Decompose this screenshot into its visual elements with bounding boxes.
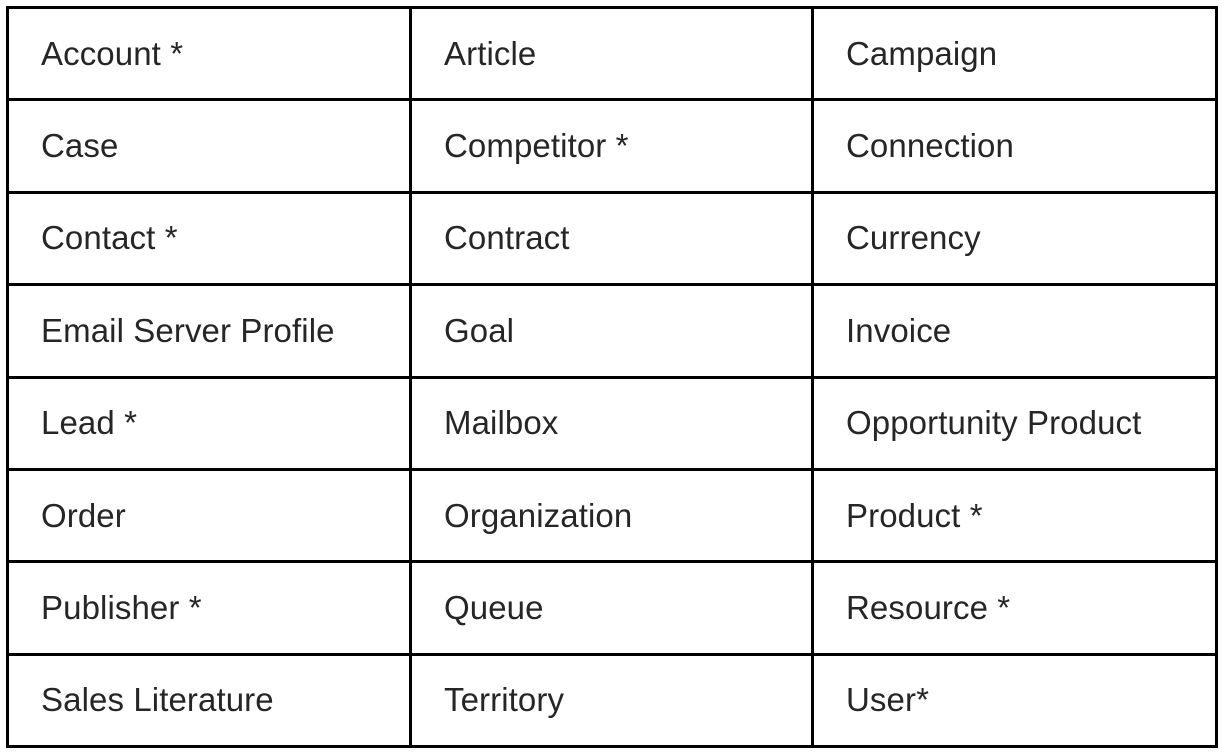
- table-cell[interactable]: Mailbox: [409, 375, 814, 471]
- table-cell[interactable]: Opportunity Product: [811, 375, 1218, 471]
- table-row: Publisher * Queue Resource *: [6, 560, 1218, 656]
- entity-name: Article: [444, 34, 537, 72]
- entity-table-body: Account * Article Campaign Case Competit…: [6, 5, 1218, 749]
- table-cell[interactable]: Email Server Profile: [6, 283, 412, 379]
- table-cell[interactable]: Connection: [811, 98, 1218, 194]
- table-cell[interactable]: Account *: [6, 5, 412, 102]
- table-cell[interactable]: Product *: [811, 467, 1218, 564]
- entity-name: Organization: [444, 496, 633, 534]
- table-cell[interactable]: Case: [6, 98, 412, 194]
- entity-name: Opportunity Product: [846, 404, 1142, 442]
- table-row: Order Organization Product *: [6, 467, 1218, 564]
- table-row: Contact * Contract Currency: [6, 190, 1218, 287]
- table-row: Case Competitor * Connection: [6, 98, 1218, 194]
- table-cell[interactable]: Queue: [409, 560, 814, 656]
- table-cell[interactable]: Article: [409, 5, 814, 102]
- entity-name: Contact *: [41, 219, 178, 257]
- page-canvas: Account * Article Campaign Case Competit…: [0, 0, 1222, 753]
- table-row: Account * Article Campaign: [6, 5, 1218, 102]
- table-cell[interactable]: Goal: [409, 283, 814, 379]
- entity-name: Mailbox: [444, 404, 559, 442]
- entity-name: Territory: [444, 681, 565, 719]
- entity-name: Publisher *: [41, 588, 202, 626]
- table-cell[interactable]: Publisher *: [6, 560, 412, 656]
- table-cell[interactable]: Currency: [811, 190, 1218, 287]
- table-row: Lead * Mailbox Opportunity Product: [6, 375, 1218, 471]
- entity-name: Connection: [846, 127, 1014, 165]
- entity-name: Sales Literature: [41, 681, 274, 719]
- entity-name: Contract: [444, 219, 570, 257]
- entity-name: Campaign: [846, 34, 998, 72]
- table-cell[interactable]: Territory: [409, 652, 814, 749]
- entity-name: Invoice: [846, 311, 952, 349]
- entity-name: Goal: [444, 311, 515, 349]
- entity-name: Competitor *: [444, 127, 629, 165]
- table-cell[interactable]: User*: [811, 652, 1218, 749]
- entity-name: Lead *: [41, 404, 138, 442]
- table-cell[interactable]: Sales Literature: [6, 652, 412, 749]
- table-cell[interactable]: Competitor *: [409, 98, 814, 194]
- table-cell[interactable]: Lead *: [6, 375, 412, 471]
- entity-name: Order: [41, 496, 126, 534]
- table-cell[interactable]: Campaign: [811, 5, 1218, 102]
- table-cell[interactable]: Invoice: [811, 283, 1218, 379]
- entity-name: Email Server Profile: [41, 311, 335, 349]
- table-cell[interactable]: Resource *: [811, 560, 1218, 656]
- entity-table: Account * Article Campaign Case Competit…: [6, 5, 1218, 749]
- table-cell[interactable]: Organization: [409, 467, 814, 564]
- table-cell[interactable]: Contact *: [6, 190, 412, 287]
- entity-name: Queue: [444, 588, 544, 626]
- entity-name: Currency: [846, 219, 981, 257]
- entity-name: Resource *: [846, 588, 1011, 626]
- table-cell[interactable]: Order: [6, 467, 412, 564]
- table-row: Email Server Profile Goal Invoice: [6, 283, 1218, 379]
- table-cell[interactable]: Contract: [409, 190, 814, 287]
- table-row: Sales Literature Territory User*: [6, 652, 1218, 749]
- entity-name: User*: [846, 681, 930, 719]
- entity-name: Account *: [41, 34, 184, 72]
- entity-name: Case: [41, 127, 119, 165]
- entity-name: Product *: [846, 496, 983, 534]
